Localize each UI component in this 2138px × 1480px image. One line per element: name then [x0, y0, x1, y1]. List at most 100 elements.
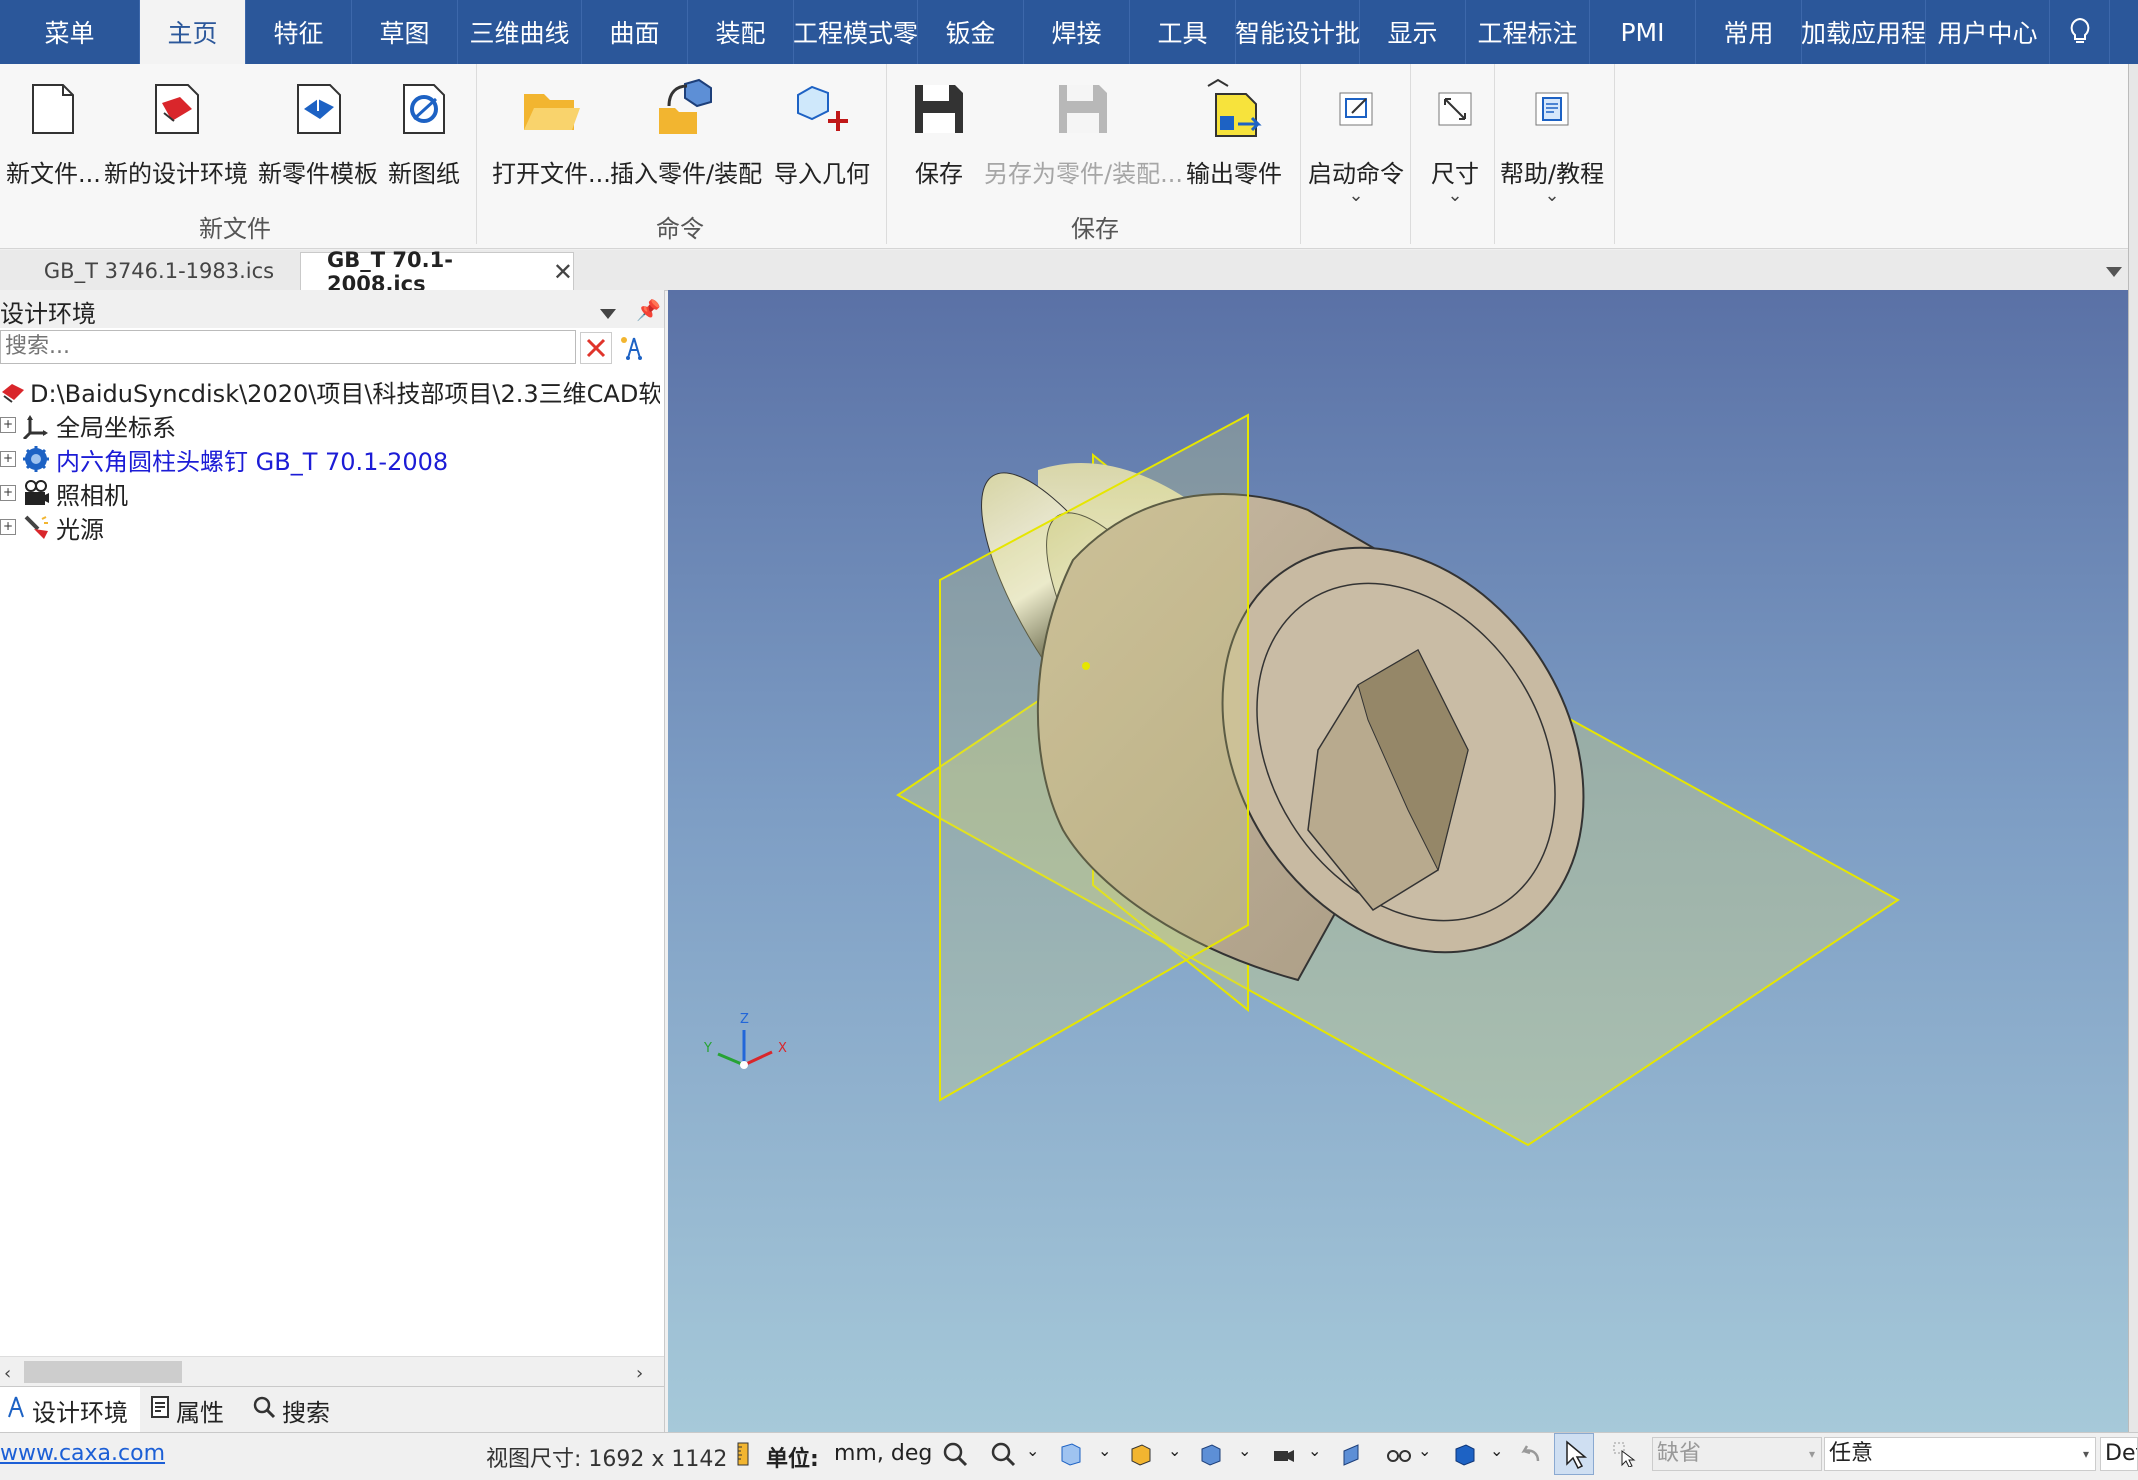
menu-tab-display[interactable]: 显示 [1360, 0, 1466, 64]
search-input[interactable] [1, 331, 569, 361]
chevron-down-icon[interactable]: ⌄ [1238, 1441, 1264, 1467]
unit-value[interactable]: mm, deg [834, 1441, 932, 1466]
dimension-icon [1420, 74, 1490, 144]
insert-part-button[interactable]: 插入零件/装配 [610, 74, 762, 189]
camera-view-icon[interactable] [1270, 1441, 1296, 1467]
insert-part-icon [651, 74, 721, 144]
group-divider [1300, 64, 1301, 244]
glasses-icon[interactable] [1386, 1441, 1412, 1467]
menu-tab-sheet-metal[interactable]: 钣金 [918, 0, 1024, 64]
menu-tab-common[interactable]: 常用 [1696, 0, 1802, 64]
save-button[interactable]: 保存 [904, 74, 974, 189]
doc-tab-active[interactable]: GB_T 70.1-2008.ics ✕ [300, 248, 574, 296]
filter-pointer-icon[interactable] [1612, 1441, 1638, 1468]
menu-tab-home[interactable]: 主页 [140, 0, 246, 64]
menu-tab-user-center[interactable]: 用户中心 [1926, 0, 2050, 64]
chevron-down-icon[interactable]: ⌄ [1168, 1441, 1194, 1467]
bottom-tab-search[interactable]: 搜索 [252, 1387, 330, 1433]
menu-tab-sketch[interactable]: 草图 [352, 0, 458, 64]
import-geometry-button[interactable]: 导入几何 [774, 74, 870, 189]
new-file-button[interactable]: 新文件... [6, 74, 101, 189]
group-divider [886, 64, 887, 244]
floppy-disk-disabled-icon [1048, 74, 1118, 144]
solid-cube-icon[interactable] [1452, 1441, 1478, 1467]
menu-tab-assembly[interactable]: 装配 [688, 0, 794, 64]
menu-tab-engineering-mode[interactable]: 工程模式零 [794, 0, 918, 64]
expand-icon[interactable]: + [0, 485, 16, 501]
render-style-icon[interactable] [1128, 1441, 1154, 1467]
search-field[interactable] [0, 330, 576, 364]
zoom-fit-icon[interactable] [942, 1441, 968, 1467]
menu-bar: 菜单 主页 特征 草图 三维曲线 曲面 装配 工程模式零 钣金 焊接 工具 智能… [0, 0, 2138, 64]
menu-tab-welding[interactable]: 焊接 [1024, 0, 1130, 64]
tree-root[interactable]: D:\BaiduSyncdisk\2020\项目\科技部项目\2.3三维CAD软… [0, 374, 660, 408]
new-drawing-button[interactable]: 新图纸 [388, 74, 460, 189]
tree-item-light-source[interactable]: + 光源 [0, 510, 104, 544]
edit-command-icon [1321, 74, 1391, 144]
menu-tab-pmi[interactable]: PMI [1590, 0, 1696, 64]
origin-point[interactable] [1082, 662, 1090, 670]
3d-viewport[interactable]: Z X Y [668, 290, 2128, 1432]
tree-item-global-coordinate[interactable]: + 全局坐标系 [0, 408, 176, 442]
bottom-tab-design-env[interactable]: 设计环境 [0, 1387, 140, 1433]
start-command-button[interactable]: 启动命令 ⌄ [1308, 74, 1404, 205]
new-part-template-button[interactable]: 新零件模板 [258, 74, 378, 189]
menu-tab-3d-curve[interactable]: 三维曲线 [458, 0, 582, 64]
tree-filter-icon[interactable] [616, 332, 646, 362]
selection-mode-combo[interactable]: 任意 ▾ [1824, 1437, 2096, 1471]
chevron-down-icon[interactable]: ⌄ [1308, 1441, 1334, 1467]
group-divider [476, 64, 477, 244]
expand-icon[interactable]: + [0, 417, 16, 433]
undo-view-icon[interactable] [1518, 1441, 1544, 1467]
section-view-icon[interactable] [1340, 1441, 1366, 1467]
tree-item-hex-socket-screw[interactable]: + 内六角圆柱头螺钉 GB_T 70.1-2008 [0, 442, 448, 476]
zoom-icon[interactable] [990, 1441, 1016, 1467]
open-file-button[interactable]: 打开文件... [492, 74, 611, 189]
expand-icon[interactable]: + [0, 451, 16, 467]
chevron-down-icon[interactable]: ⌄ [1490, 1441, 1516, 1467]
pin-icon[interactable]: 📌 [636, 298, 661, 322]
doc-tab-inactive[interactable]: GB_T 3746.1-1983.ics [24, 252, 294, 290]
scroll-left-icon[interactable]: ‹ [4, 1363, 11, 1384]
view-orientation-icon[interactable] [1058, 1441, 1084, 1467]
close-tab-icon[interactable]: ✕ [553, 258, 573, 286]
lightbulb-icon[interactable] [2050, 0, 2110, 64]
help-tutorial-button[interactable]: 帮助/教程 ⌄ [1500, 74, 1604, 205]
menu-tab-annotation[interactable]: 工程标注 [1466, 0, 1590, 64]
menu-tab-features[interactable]: 特征 [246, 0, 352, 64]
part-gear-icon [22, 445, 50, 473]
caxa-link[interactable]: www.caxa.com [0, 1441, 165, 1466]
screw-model[interactable]: Z X Y [668, 290, 2128, 1432]
clear-search-icon[interactable] [580, 332, 612, 364]
chevron-down-icon[interactable]: ⌄ [1098, 1441, 1124, 1467]
tree-item-camera[interactable]: + 照相机 [0, 476, 128, 510]
save-as-part-button[interactable]: 另存为零件/装配... [984, 74, 1183, 189]
view-cube-icon[interactable] [1198, 1441, 1224, 1467]
menu-tab-surface[interactable]: 曲面 [582, 0, 688, 64]
properties-icon [150, 1395, 170, 1425]
bottom-tab-properties[interactable]: 属性 [150, 1387, 224, 1433]
scrollbar-thumb[interactable] [24, 1361, 182, 1383]
horizontal-scrollbar[interactable]: ‹ › [0, 1356, 664, 1387]
tab-list-dropdown-icon[interactable] [2106, 262, 2122, 281]
menu-tab-addons[interactable]: 加载应用程 [1802, 0, 1926, 64]
design-environment-panel: 设计环境 📌 D:\BaiduSyncdisk\2020\项目\科技部项目\2.… [0, 290, 665, 1433]
chevron-down-icon[interactable]: ⌄ [1418, 1441, 1444, 1467]
menu-tab-menu[interactable]: 菜单 [0, 0, 140, 64]
export-part-button[interactable]: 输出零件 [1186, 74, 1282, 189]
menu-tab-tools[interactable]: 工具 [1130, 0, 1236, 64]
select-pointer-icon[interactable] [1554, 1433, 1594, 1475]
filter-combo-default[interactable]: 缺省 ▾ [1652, 1437, 1822, 1471]
part-template-icon [283, 74, 353, 144]
dimension-button[interactable]: 尺寸 ⌄ [1420, 74, 1490, 205]
chevron-down-icon[interactable]: ⌄ [1026, 1441, 1052, 1467]
new-design-environment-button[interactable]: 新的设计环境 [104, 74, 248, 189]
ruler-icon [730, 1441, 756, 1467]
group-label-command: 命令 [656, 215, 704, 243]
expand-icon[interactable]: + [0, 519, 16, 535]
scroll-right-icon[interactable]: › [636, 1363, 643, 1384]
menu-tab-smart-design[interactable]: 智能设计批 [1236, 0, 1360, 64]
style-combo[interactable]: Def [2100, 1437, 2138, 1471]
panel-menu-dropdown-icon[interactable] [600, 304, 616, 323]
status-bar: www.caxa.com 视图尺寸: 1692 x 1142 单位: mm, d… [0, 1432, 2138, 1475]
